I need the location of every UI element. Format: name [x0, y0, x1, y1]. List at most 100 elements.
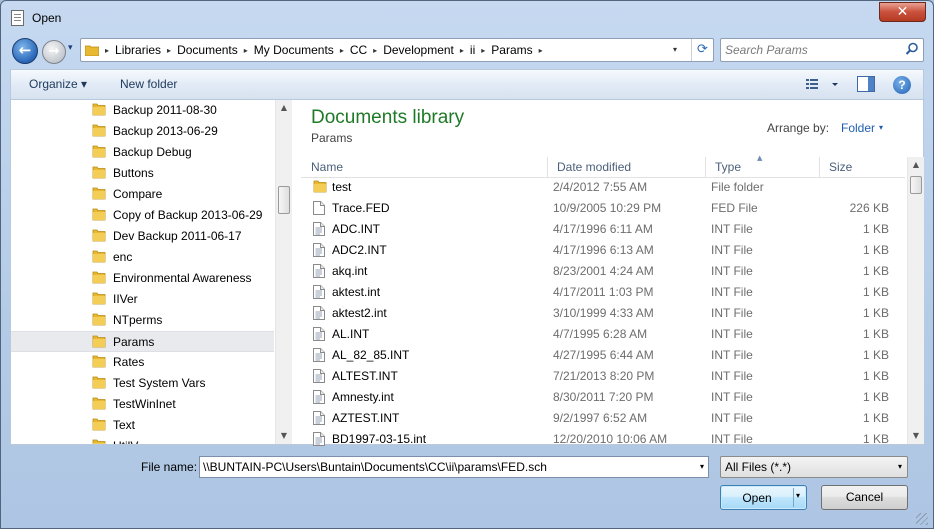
- nav-folder-label: NTperms: [113, 313, 163, 327]
- breadcrumb-item[interactable]: ii: [466, 43, 479, 57]
- folder-icon: [92, 313, 106, 329]
- nav-folder-item[interactable]: UtilV...: [11, 436, 274, 444]
- file-type-dropdown-icon[interactable]: ▾: [898, 462, 902, 471]
- forward-button[interactable]: →: [42, 40, 66, 64]
- scroll-up-icon[interactable]: ▲: [908, 157, 924, 173]
- scroll-down-icon[interactable]: ▼: [908, 428, 924, 444]
- close-button[interactable]: ✕: [879, 2, 926, 22]
- column-date-modified[interactable]: Date modified: [547, 160, 705, 178]
- file-row[interactable]: ADC.INT 4/17/1996 6:11 AM INT File 1 KB: [301, 219, 905, 240]
- nav-folder-item[interactable]: TestWinInet: [11, 394, 274, 415]
- file-type-select[interactable]: All Files (*.*) ▾: [720, 456, 908, 478]
- breadcrumb-item[interactable]: Development: [379, 43, 458, 57]
- open-button[interactable]: Open ▾: [720, 485, 807, 510]
- window-title: Open: [32, 11, 62, 25]
- file-list-scrollbar[interactable]: ▲ ▼: [907, 157, 924, 444]
- file-name: test: [332, 180, 352, 194]
- breadcrumb-item[interactable]: Documents: [173, 43, 242, 57]
- column-name[interactable]: Name: [301, 160, 547, 178]
- organize-button[interactable]: Organize ▾: [29, 77, 87, 91]
- nav-folder-item[interactable]: Backup 2011-08-30: [11, 100, 274, 121]
- address-dropdown-icon[interactable]: ▾: [673, 45, 677, 54]
- file-name-combobox[interactable]: ▾: [199, 456, 709, 478]
- column-type[interactable]: Type: [705, 160, 819, 178]
- nav-folder-item[interactable]: Backup Debug: [11, 142, 274, 163]
- breadcrumb-separator-icon[interactable]: ▸: [371, 46, 379, 55]
- file-date-modified: 8/30/2011 7:20 PM: [553, 390, 654, 404]
- breadcrumb-item[interactable]: CC: [346, 43, 371, 57]
- new-folder-button[interactable]: New folder: [120, 77, 177, 91]
- file-row[interactable]: aktest2.int 3/10/1999 4:33 AM INT File 1 KB: [301, 303, 905, 324]
- file-row[interactable]: Trace.FED 10/9/2005 10:29 PM FED File 226 K…: [301, 198, 905, 219]
- file-row[interactable]: akq.int 8/23/2001 4:24 AM INT File 1 KB: [301, 261, 905, 282]
- address-bar[interactable]: ▸ Libraries ▸ Documents ▸ My Documents ▸ CC ▸ Dev…: [80, 38, 714, 62]
- nav-folder-label: Environmental Awareness: [113, 271, 252, 285]
- file-date-modified: 4/27/1995 6:44 AM: [553, 348, 654, 362]
- breadcrumb-item[interactable]: Params: [487, 43, 536, 57]
- nav-folder-item[interactable]: Text: [11, 415, 274, 436]
- file-row[interactable]: ALTEST.INT 7/21/2013 8:20 PM INT File 1 KB: [301, 366, 905, 387]
- nav-folder-item[interactable]: Backup 2013-06-29: [11, 121, 274, 142]
- nav-folder-item[interactable]: Copy of Backup 2013-06-29: [11, 205, 274, 226]
- file-row[interactable]: Amnesty.int 8/30/2011 7:20 PM INT File 1 KB: [301, 387, 905, 408]
- folder-icon: [92, 397, 106, 413]
- nav-folder-label: Buttons: [113, 166, 154, 180]
- file-row[interactable]: AL_82_85.INT 4/27/1995 6:44 AM INT File 1 K…: [301, 345, 905, 366]
- breadcrumb-item[interactable]: Libraries: [111, 43, 165, 57]
- breadcrumb-separator-icon[interactable]: ▸: [165, 46, 173, 55]
- breadcrumb-separator-icon[interactable]: ▸: [338, 46, 346, 55]
- breadcrumb-separator-icon[interactable]: ▸: [479, 46, 487, 55]
- breadcrumb-separator-icon[interactable]: ▸: [103, 46, 111, 55]
- help-icon[interactable]: ?: [893, 76, 911, 94]
- scroll-down-icon[interactable]: ▼: [276, 428, 292, 444]
- search-input[interactable]: [725, 41, 897, 59]
- navigation-pane: Backup 2011-08-30 Backup 2013-06-29 Backup…: [11, 100, 284, 444]
- scroll-thumb[interactable]: [910, 176, 922, 194]
- title-bar[interactable]: Open ✕: [1, 1, 933, 35]
- nav-folder-item[interactable]: IIVer: [11, 289, 274, 310]
- scroll-up-icon[interactable]: ▲: [276, 100, 292, 116]
- file-type: INT File: [711, 348, 753, 362]
- file-date-modified: 7/21/2013 8:20 PM: [553, 369, 655, 383]
- back-button[interactable]: ←: [12, 38, 38, 64]
- scroll-thumb[interactable]: [278, 186, 290, 214]
- navigation-pane-scrollbar[interactable]: ▲ ▼: [275, 100, 292, 444]
- preview-pane-icon[interactable]: [857, 76, 875, 92]
- breadcrumb-separator-icon[interactable]: ▸: [537, 46, 545, 55]
- file-type: FED File: [711, 201, 758, 215]
- nav-folder-item[interactable]: Test System Vars: [11, 373, 274, 394]
- nav-folder-item[interactable]: Rates: [11, 352, 274, 373]
- refresh-button[interactable]: ⟳: [691, 39, 713, 61]
- file-name-input[interactable]: [203, 459, 683, 475]
- file-row[interactable]: ADC2.INT 4/17/1996 6:13 AM INT File 1 KB: [301, 240, 905, 261]
- recent-locations-dropdown[interactable]: ▾: [68, 43, 73, 53]
- chevron-down-icon[interactable]: ▾: [879, 123, 883, 132]
- search-box[interactable]: [720, 38, 924, 62]
- nav-folder-item[interactable]: enc: [11, 247, 274, 268]
- nav-folder-item[interactable]: NTperms: [11, 310, 274, 331]
- nav-folder-item[interactable]: Compare: [11, 184, 274, 205]
- file-row[interactable]: AL.INT 4/7/1995 6:28 AM INT File 1 KB: [301, 324, 905, 345]
- file-row[interactable]: aktest.int 4/17/2011 1:03 PM INT File 1 KB: [301, 282, 905, 303]
- nav-folder-item[interactable]: Params: [11, 331, 274, 352]
- arrange-by-dropdown[interactable]: Folder: [841, 121, 875, 135]
- file-date-modified: 10/9/2005 10:29 PM: [553, 201, 662, 215]
- nav-folder-item[interactable]: Environmental Awareness: [11, 268, 274, 289]
- column-size[interactable]: Size: [819, 160, 905, 178]
- nav-folder-item[interactable]: Dev Backup 2011-06-17: [11, 226, 274, 247]
- breadcrumb-separator-icon[interactable]: ▸: [458, 46, 466, 55]
- cancel-button[interactable]: Cancel: [821, 485, 908, 510]
- file-name-dropdown-icon[interactable]: ▾: [700, 462, 704, 471]
- nav-folder-label: Text: [113, 418, 136, 432]
- file-row[interactable]: AZTEST.INT 9/2/1997 6:52 AM INT File 1 KB: [301, 408, 905, 429]
- change-view-icon[interactable]: [806, 77, 840, 93]
- breadcrumb-separator-icon[interactable]: ▸: [242, 46, 250, 55]
- file-row[interactable]: test 2/4/2012 7:55 AM File folder: [301, 177, 905, 198]
- resize-grip[interactable]: [916, 513, 928, 525]
- nav-folder-item[interactable]: Buttons: [11, 163, 274, 184]
- open-options-dropdown-icon[interactable]: ▾: [796, 491, 800, 500]
- breadcrumb-item[interactable]: My Documents: [250, 43, 338, 57]
- library-title: Documents library: [311, 107, 465, 128]
- search-icon[interactable]: [905, 42, 919, 56]
- file-type: INT File: [711, 327, 753, 341]
